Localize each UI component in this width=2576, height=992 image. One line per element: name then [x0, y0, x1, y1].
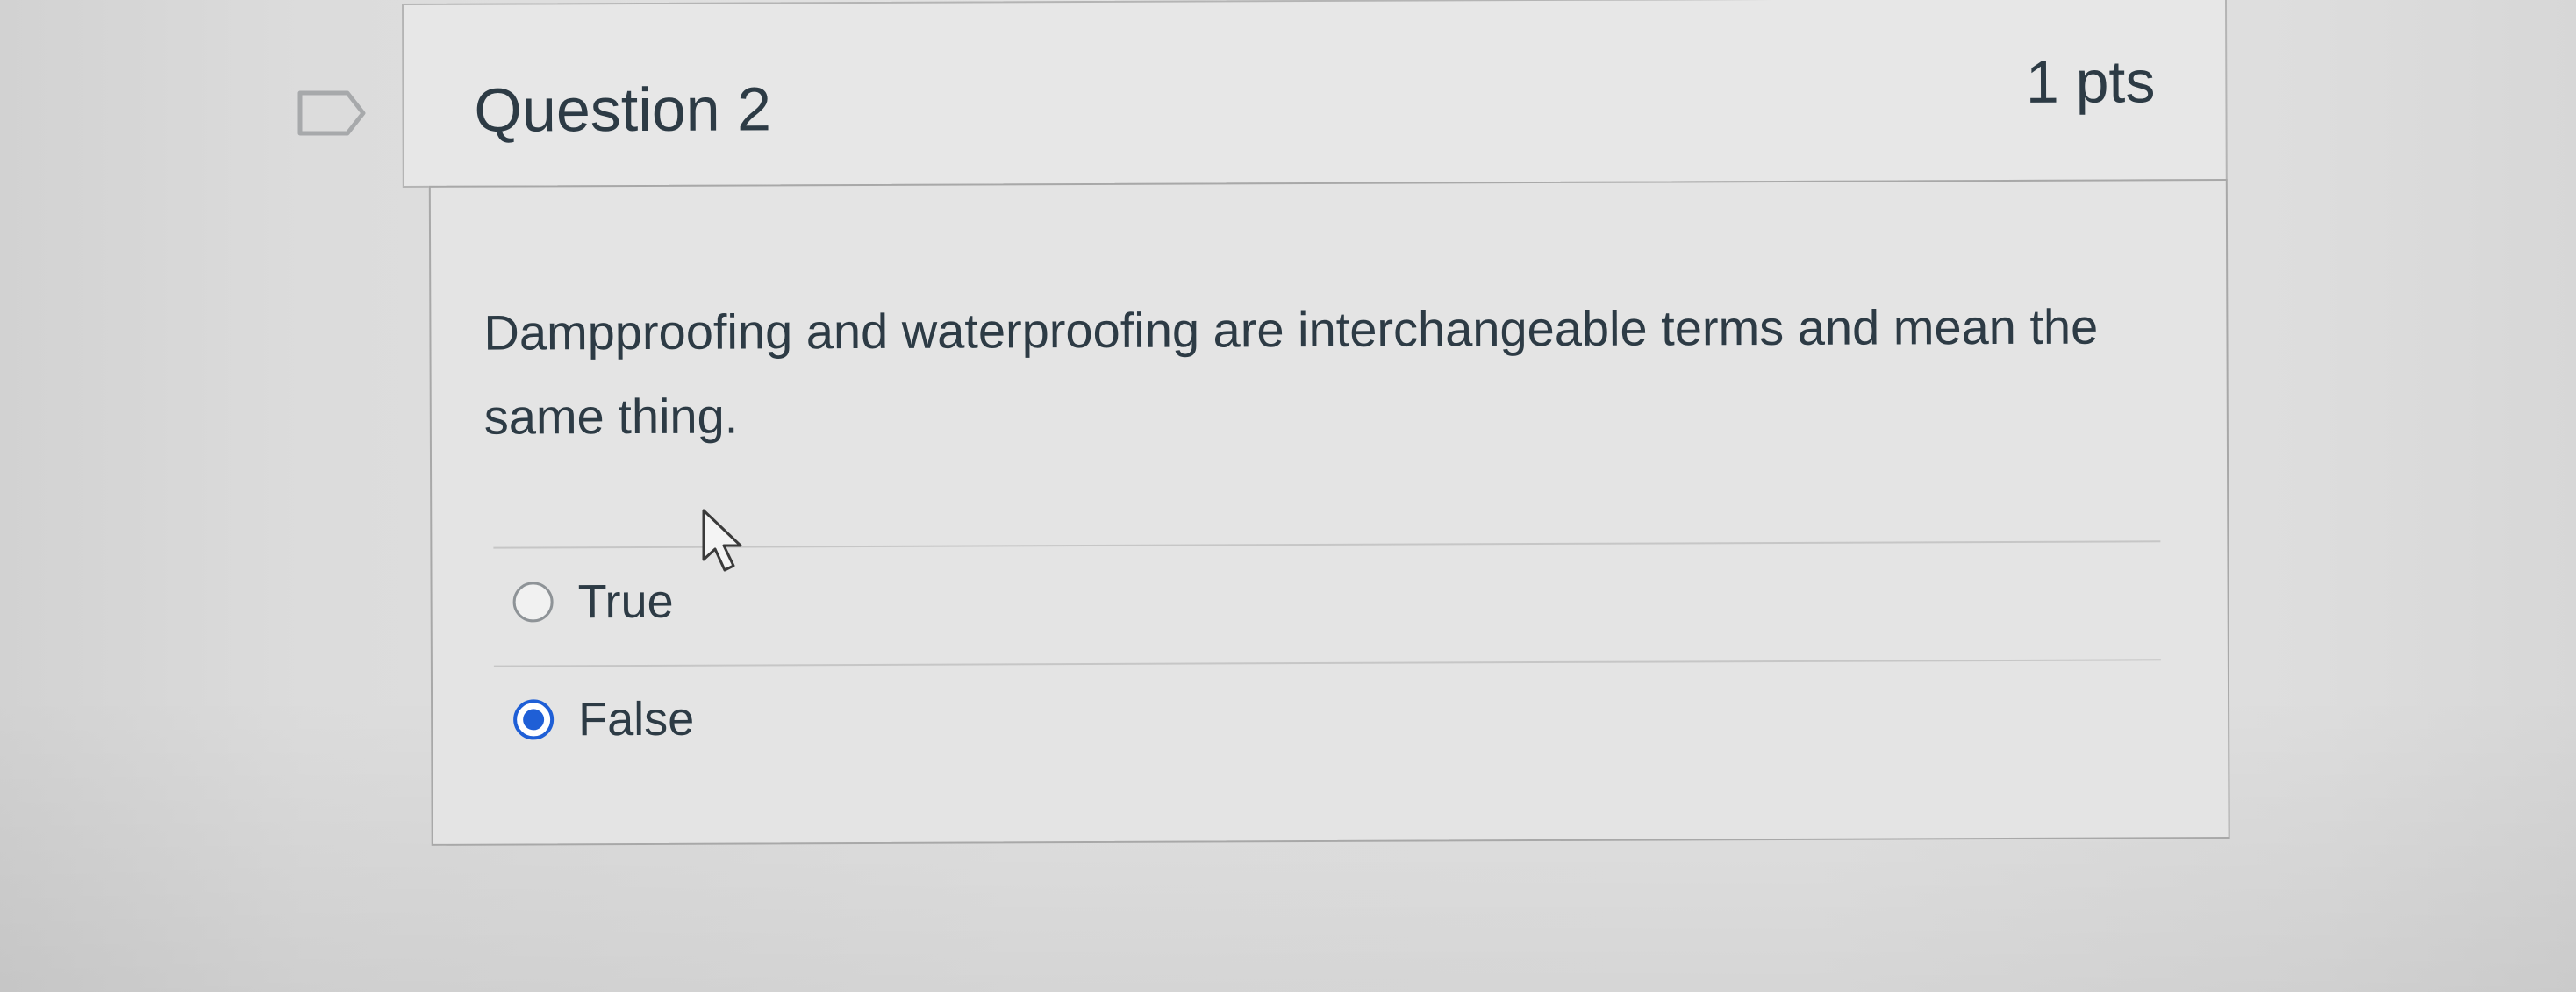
- radio-button-true[interactable]: [512, 582, 554, 623]
- answer-option-true[interactable]: True: [512, 571, 674, 633]
- question-title: Question 2: [474, 75, 772, 145]
- answer-label-false: False: [578, 692, 695, 746]
- question-body: Dampproofing and waterproofing are inter…: [428, 179, 2230, 846]
- question-text: Dampproofing and waterproofing are inter…: [483, 298, 2099, 445]
- answer-label-true: True: [577, 575, 674, 629]
- answer-option-false[interactable]: False: [513, 689, 694, 751]
- question-header: Question 2 1 pts: [402, 0, 2228, 188]
- mouse-pointer-icon: [702, 509, 742, 572]
- answer-divider: [493, 659, 2161, 667]
- question-card: Question 2 1 pts Dampproofing and waterp…: [402, 0, 2232, 847]
- flag-question-icon[interactable]: [297, 88, 367, 139]
- question-points: 1 pts: [2025, 48, 2156, 116]
- radio-button-false[interactable]: [513, 699, 555, 740]
